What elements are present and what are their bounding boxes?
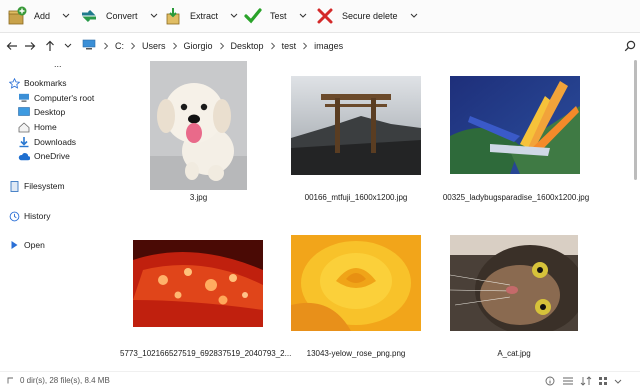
- breadcrumb-item[interactable]: C:: [112, 41, 127, 51]
- chevron-down-icon[interactable]: [60, 10, 72, 22]
- add-archive-icon: [6, 5, 28, 27]
- chevron-right-icon: [299, 40, 311, 52]
- sidebar-item-open[interactable]: Open: [8, 238, 45, 252]
- scrollbar-thumb[interactable]: [634, 60, 637, 180]
- sidebar-item-filesystem[interactable]: Filesystem: [8, 179, 65, 193]
- file-thumbnail[interactable]: [291, 235, 421, 331]
- secure-delete-button[interactable]: Secure delete: [310, 0, 420, 33]
- chevron-down-icon[interactable]: [614, 377, 622, 387]
- file-thumbnail[interactable]: [133, 240, 263, 327]
- history-icon: [8, 210, 20, 222]
- breadcrumb-item[interactable]: images: [311, 41, 346, 51]
- yellow-rose-image: [291, 235, 421, 331]
- sidebar-item-onedrive[interactable]: OneDrive: [18, 149, 70, 163]
- chevron-down-icon[interactable]: [408, 10, 420, 22]
- status-bar: 0 dir(s), 28 file(s), 8.4 MB: [0, 371, 640, 390]
- back-button[interactable]: [2, 36, 22, 56]
- computer-icon: [82, 39, 96, 51]
- list-view-icon[interactable]: [562, 376, 574, 388]
- add-button[interactable]: Add: [2, 0, 72, 33]
- sidebar-item-history[interactable]: History: [8, 209, 50, 223]
- sidebar-overflow[interactable]: ...: [54, 59, 62, 69]
- convert-icon: [78, 5, 100, 27]
- status-summary: 0 dir(s), 28 file(s), 8.4 MB: [20, 376, 110, 385]
- arrow-up-icon: [46, 40, 54, 51]
- puppy-image: [150, 61, 247, 190]
- mtfuji-image: [291, 76, 421, 175]
- sidebar-item-downloads[interactable]: Downloads: [18, 135, 76, 149]
- star-icon: [8, 77, 20, 89]
- thumbnail-view-icon[interactable]: [598, 376, 608, 388]
- chevron-right-icon: [127, 40, 139, 52]
- file-name[interactable]: A_cat.jpg: [450, 349, 578, 358]
- sidebar: ... Bookmarks Computer's root Desktop Ho…: [0, 58, 118, 370]
- bird-of-paradise-image: [450, 76, 580, 174]
- search-button[interactable]: [620, 36, 640, 56]
- arrow-left-icon: [6, 42, 17, 50]
- file-name[interactable]: 00166_mtfuji_1600x1200.jpg: [266, 193, 446, 202]
- red-leaf-drops-image: [133, 240, 263, 327]
- cat-image: [449, 235, 585, 335]
- history-dropdown[interactable]: [62, 36, 74, 56]
- chevron-right-icon: [169, 40, 181, 52]
- extract-icon: [162, 5, 184, 27]
- sidebar-item-desktop[interactable]: Desktop: [18, 105, 65, 119]
- toolbar: Add Convert Extract Test Secure delete: [0, 0, 640, 33]
- test-label: Test: [270, 11, 287, 21]
- sidebar-item-bookmarks[interactable]: Bookmarks: [8, 76, 67, 90]
- forward-button[interactable]: [20, 36, 40, 56]
- home-icon: [18, 121, 30, 133]
- file-name[interactable]: 13043-yelow_rose_png.png: [291, 349, 421, 358]
- secure-delete-icon: [314, 5, 336, 27]
- file-name[interactable]: 00325_ladybugsparadise_1600x1200.jpg: [432, 193, 600, 202]
- chevron-right-icon: [100, 40, 112, 52]
- add-label: Add: [34, 11, 51, 21]
- filesystem-icon: [8, 180, 20, 192]
- sidebar-item-home[interactable]: Home: [18, 120, 57, 134]
- address-bar: C: Users Giorgio Desktop test images: [0, 35, 640, 57]
- status-info-icon: [6, 376, 16, 386]
- file-thumbnail[interactable]: [450, 76, 580, 174]
- secure-delete-label: Secure delete: [342, 11, 398, 21]
- sidebar-item-computers-root[interactable]: Computer's root: [18, 91, 94, 105]
- up-button[interactable]: [40, 36, 60, 56]
- extract-button[interactable]: Extract: [158, 0, 240, 33]
- vertical-scrollbar[interactable]: [630, 58, 640, 370]
- chevron-right-icon: [267, 40, 279, 52]
- test-button[interactable]: Test: [238, 0, 309, 33]
- file-name[interactable]: 5773_102166527519_692837519_2040793_2...: [120, 349, 291, 358]
- computer-icon: [18, 92, 30, 104]
- test-checkmark-icon: [242, 5, 264, 27]
- search-icon: [624, 40, 636, 52]
- file-grid: 3.jpg 00166_mtfuji_1600x1200.jpg 00325_l…: [120, 58, 628, 370]
- chevron-down-icon: [64, 43, 72, 48]
- arrow-right-icon: [25, 42, 36, 50]
- chevron-right-icon: [216, 40, 228, 52]
- breadcrumb: C: Users Giorgio Desktop test images: [100, 36, 610, 56]
- download-icon: [18, 136, 30, 148]
- convert-button[interactable]: Convert: [74, 0, 160, 33]
- desktop-icon: [18, 106, 30, 118]
- file-name[interactable]: 3.jpg: [150, 193, 247, 202]
- file-thumbnail[interactable]: [449, 235, 585, 335]
- sort-icon[interactable]: [580, 376, 592, 388]
- cloud-icon: [18, 150, 30, 162]
- breadcrumb-item[interactable]: Users: [139, 41, 169, 51]
- breadcrumb-item[interactable]: Desktop: [228, 41, 267, 51]
- file-thumbnail[interactable]: [291, 76, 421, 175]
- breadcrumb-item[interactable]: test: [279, 41, 300, 51]
- info-icon[interactable]: [545, 376, 555, 388]
- breadcrumb-item[interactable]: Giorgio: [181, 41, 216, 51]
- extract-label: Extract: [190, 11, 219, 21]
- file-thumbnail[interactable]: [150, 61, 247, 190]
- open-icon: [8, 239, 20, 251]
- chevron-down-icon[interactable]: [297, 10, 309, 22]
- convert-label: Convert: [106, 11, 138, 21]
